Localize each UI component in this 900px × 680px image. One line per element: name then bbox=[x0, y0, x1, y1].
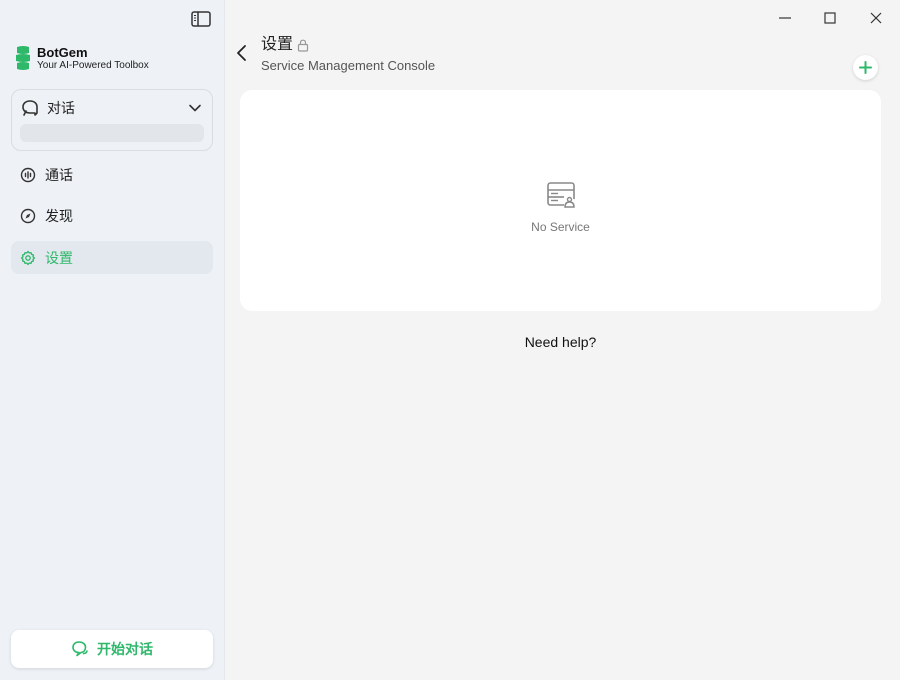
lock-icon bbox=[297, 39, 309, 52]
brand-name: BotGem bbox=[37, 44, 88, 60]
back-arrow-icon[interactable] bbox=[234, 44, 250, 62]
sidebar-item-call[interactable]: 通话 bbox=[11, 158, 213, 191]
sidebar-item-label: 发现 bbox=[45, 208, 73, 224]
empty-state-text: No Service bbox=[531, 220, 590, 234]
app-window: BotGem Your AI-Powered Toolbox 对话 通话 发现 … bbox=[0, 0, 900, 680]
need-help-link[interactable]: Need help? bbox=[240, 334, 881, 350]
sidebar-item-settings[interactable]: 设置 bbox=[11, 241, 213, 274]
sidebar-toggle-icon[interactable] bbox=[191, 10, 211, 28]
compass-icon bbox=[20, 208, 36, 224]
start-conversation-button[interactable]: 开始对话 bbox=[11, 630, 213, 668]
chat-bubble-icon bbox=[72, 641, 88, 657]
botgem-logo-icon bbox=[16, 46, 30, 70]
add-service-button[interactable] bbox=[853, 55, 878, 80]
conversation-placeholder bbox=[20, 124, 204, 142]
sidebar-item-discover[interactable]: 发现 bbox=[11, 200, 213, 233]
minimize-icon[interactable] bbox=[775, 9, 795, 27]
page-title: 设置 bbox=[261, 35, 309, 55]
brand: BotGem Your AI-Powered Toolbox bbox=[14, 44, 149, 72]
sidebar: BotGem Your AI-Powered Toolbox 对话 通话 发现 … bbox=[0, 0, 225, 680]
server-empty-icon bbox=[547, 182, 575, 208]
sidebar-nav: 通话 发现 设置 bbox=[11, 158, 213, 283]
page-subtitle: Service Management Console bbox=[261, 58, 436, 73]
page-title-text: 设置 bbox=[261, 36, 294, 53]
sidebar-item-label: 设置 bbox=[45, 249, 73, 266]
conversation-section-header[interactable]: 对话 bbox=[21, 98, 202, 118]
gear-icon bbox=[20, 250, 36, 265]
service-list-panel: No Service bbox=[240, 90, 881, 311]
chat-bubble-icon bbox=[22, 100, 38, 116]
maximize-icon[interactable] bbox=[820, 9, 840, 27]
brand-tagline: Your AI-Powered Toolbox bbox=[37, 59, 149, 71]
conversation-section-label: 对话 bbox=[47, 100, 75, 116]
start-conversation-label: 开始对话 bbox=[97, 641, 153, 657]
voice-call-icon bbox=[20, 167, 36, 182]
conversation-section: 对话 bbox=[11, 89, 213, 151]
brand-text: BotGem Your AI-Powered Toolbox bbox=[37, 45, 149, 72]
sidebar-item-label: 通话 bbox=[45, 166, 73, 183]
chevron-down-icon[interactable] bbox=[188, 101, 202, 115]
close-icon[interactable] bbox=[866, 9, 886, 27]
plus-icon bbox=[859, 61, 872, 74]
